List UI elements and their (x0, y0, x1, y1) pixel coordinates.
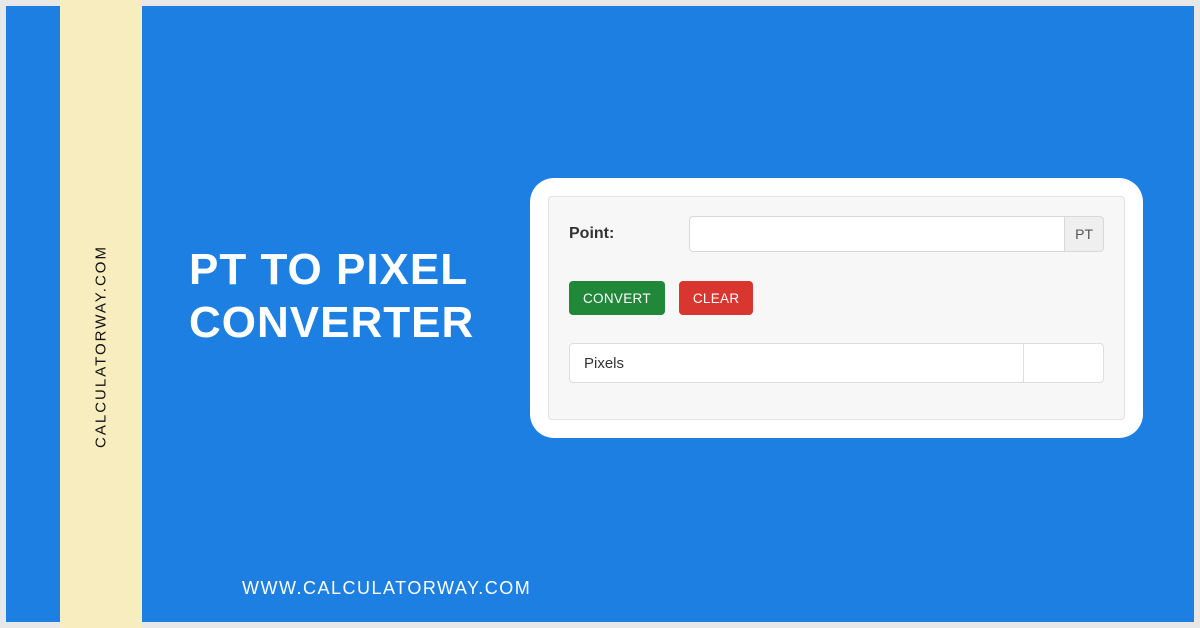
result-value (1024, 343, 1104, 383)
converter-panel: Point: PT CONVERT CLEAR Pixels (530, 178, 1143, 438)
row-result: Pixels (569, 343, 1104, 383)
row-point: Point: PT (569, 215, 1104, 253)
point-input-group: PT (689, 216, 1104, 252)
result-label: Pixels (569, 343, 1024, 383)
converter-form: Point: PT CONVERT CLEAR Pixels (548, 196, 1125, 420)
footer-url: WWW.CALCULATORWAY.COM (242, 578, 531, 599)
point-unit-addon: PT (1064, 216, 1104, 252)
row-buttons: CONVERT CLEAR (569, 281, 1104, 315)
page-title-line2: CONVERTER (189, 297, 474, 350)
page-canvas: CALCULATORWAY.COM PT TO PIXEL CONVERTER … (6, 6, 1194, 622)
point-input[interactable] (689, 216, 1064, 252)
brand-vertical-text: CALCULATORWAY.COM (93, 245, 110, 448)
convert-button[interactable]: CONVERT (569, 281, 665, 315)
clear-button[interactable]: CLEAR (679, 281, 754, 315)
brand-stripe: CALCULATORWAY.COM (60, 0, 142, 628)
point-label: Point: (569, 225, 625, 243)
page-title: PT TO PIXEL CONVERTER (189, 244, 474, 350)
page-title-line1: PT TO PIXEL (189, 244, 474, 297)
